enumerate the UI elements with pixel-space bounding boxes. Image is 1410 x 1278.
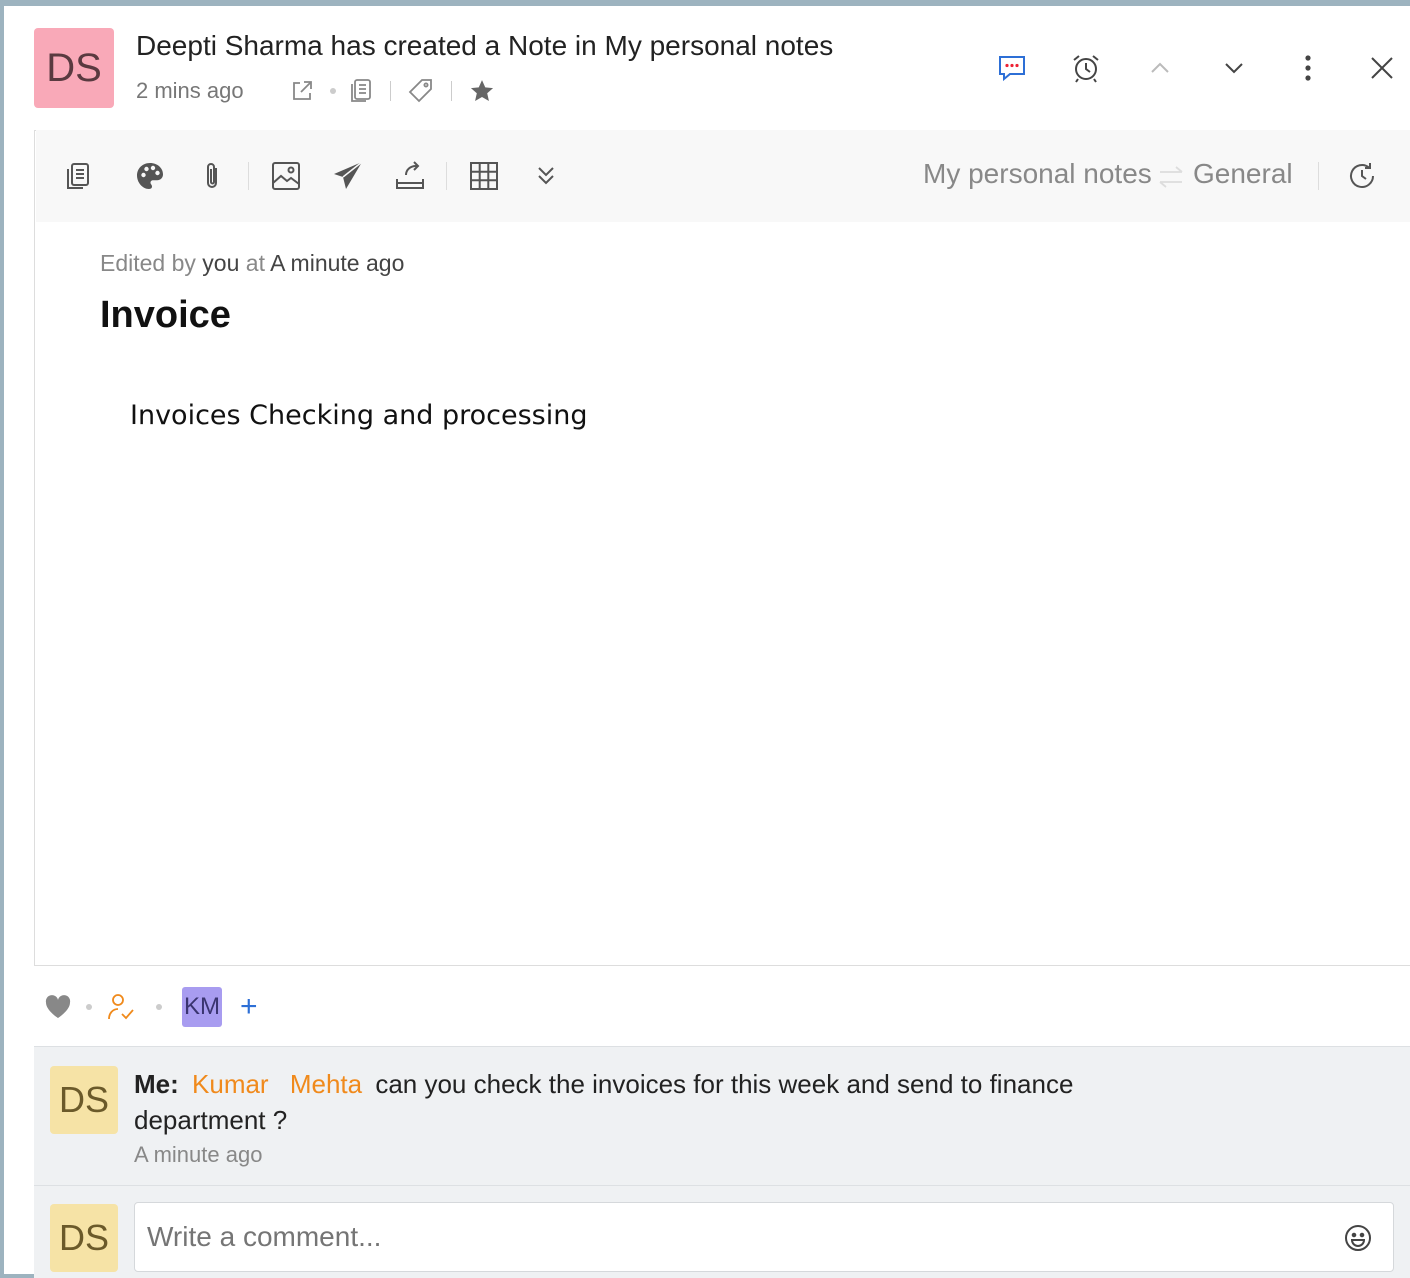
edited-at-label: at	[245, 250, 265, 276]
send-icon[interactable]	[328, 156, 368, 196]
note-body[interactable]: Invoices Checking and processing	[130, 400, 587, 431]
separator	[390, 81, 391, 101]
tag-icon[interactable]	[407, 77, 435, 105]
divider	[34, 1185, 1410, 1186]
author-avatar[interactable]: DS	[34, 28, 114, 108]
comment-icon[interactable]	[992, 48, 1032, 88]
comment-author: Me:	[134, 1069, 179, 1099]
notebook-link[interactable]: My personal notes	[605, 30, 834, 61]
close-icon[interactable]	[1362, 48, 1402, 88]
toolbar-separator	[1318, 162, 1319, 190]
commenter-avatar[interactable]: DS	[50, 1066, 118, 1134]
attachment-paperclip-icon[interactable]	[192, 156, 232, 196]
edited-prefix: Edited by	[100, 250, 196, 276]
like-heart-icon[interactable]	[44, 994, 72, 1020]
swap-arrows-icon	[1156, 162, 1186, 197]
author-name[interactable]: Deepti Sharma	[136, 30, 323, 61]
post-time: 2 mins ago	[136, 78, 244, 103]
note-title[interactable]: Invoice	[100, 294, 231, 337]
open-external-icon[interactable]	[286, 78, 318, 104]
reactions-row: KM +	[44, 986, 258, 1028]
edited-time: A minute ago	[270, 250, 405, 276]
star-icon[interactable]	[468, 78, 496, 104]
move-to-tray-icon[interactable]	[390, 156, 430, 196]
mention-first-name[interactable]: Kumar	[192, 1069, 269, 1099]
comment-input[interactable]	[134, 1202, 1394, 1272]
palette-icon[interactable]	[130, 156, 170, 196]
more-tools-chevron-icon[interactable]	[526, 156, 566, 196]
image-icon[interactable]	[266, 156, 306, 196]
separator	[451, 81, 452, 101]
emoji-icon[interactable]	[1338, 1218, 1378, 1258]
separator-dot	[330, 88, 336, 94]
mention-last-name[interactable]: Mehta	[290, 1069, 362, 1099]
note-card-icon[interactable]	[348, 78, 374, 104]
feed-title: Deepti Sharma has created a Note in My p…	[136, 30, 833, 62]
separator-dot	[156, 1004, 162, 1010]
editor-toolbar: My personal notes General	[36, 130, 1410, 222]
comment-text: Me: Kumar Mehta can you check the invoic…	[134, 1066, 1174, 1138]
add-assignee-button[interactable]: +	[240, 992, 258, 1022]
comment-body: can you check the invoices for this week…	[134, 1069, 1074, 1135]
comment-time: A minute ago	[134, 1142, 263, 1167]
current-user-avatar: DS	[50, 1204, 118, 1272]
table-grid-icon[interactable]	[464, 156, 504, 196]
separator-dot	[86, 1004, 92, 1010]
more-options-icon[interactable]	[1288, 48, 1328, 88]
edit-info: Edited by you at A minute ago	[100, 250, 404, 277]
breadcrumb-section[interactable]: General	[1193, 158, 1293, 190]
toolbar-separator	[446, 162, 447, 190]
version-history-icon[interactable]	[1342, 156, 1382, 196]
assign-user-icon[interactable]	[106, 992, 136, 1022]
assignee-avatar[interactable]: KM	[182, 987, 222, 1027]
header-meta: 2 mins ago	[136, 76, 496, 106]
action-text: has created a Note in	[330, 30, 597, 61]
note-card-icon[interactable]	[58, 156, 98, 196]
breadcrumb-notebook[interactable]: My personal notes	[923, 158, 1152, 190]
edited-by: you	[202, 250, 240, 276]
toolbar-separator	[248, 162, 249, 190]
previous-chevron-up-icon[interactable]	[1140, 48, 1180, 88]
reminder-alarm-icon[interactable]	[1066, 48, 1106, 88]
next-chevron-down-icon[interactable]	[1214, 48, 1254, 88]
